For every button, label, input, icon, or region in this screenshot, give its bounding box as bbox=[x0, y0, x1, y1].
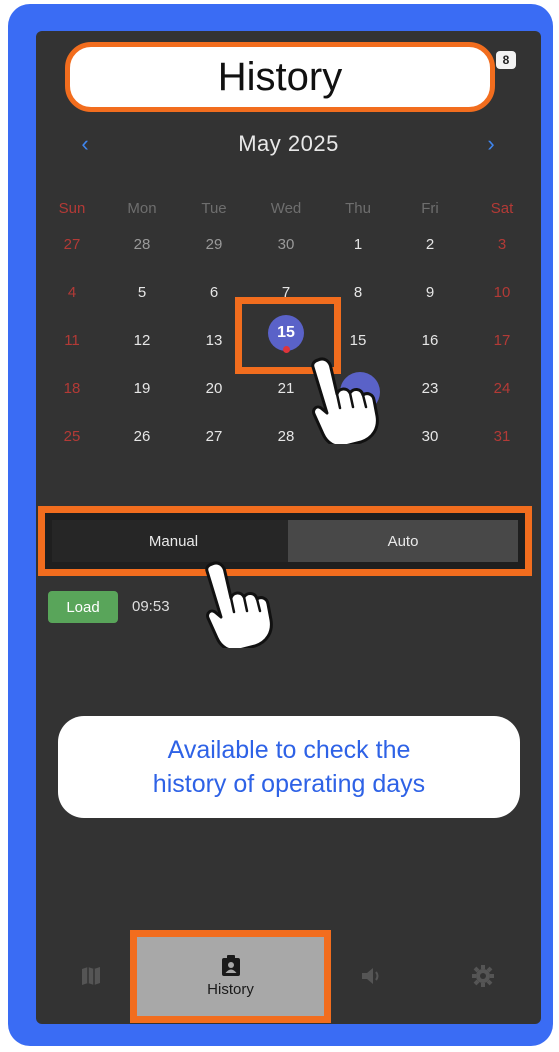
nav-settings[interactable] bbox=[458, 930, 508, 1022]
calendar-day[interactable]: 10 bbox=[466, 276, 538, 310]
calendar-day[interactable]: 18 bbox=[36, 372, 108, 406]
calendar-day[interactable]: 24 bbox=[466, 372, 538, 406]
calendar-day[interactable]: 11 bbox=[36, 324, 108, 358]
month-navigation: ‹ May 2025 › bbox=[36, 126, 541, 162]
calendar-day[interactable]: 4 bbox=[36, 276, 108, 310]
weekday-mon: Mon bbox=[127, 200, 157, 217]
load-badge[interactable]: Load bbox=[48, 591, 118, 623]
prev-month-button[interactable]: ‹ bbox=[70, 126, 100, 162]
calendar-day[interactable]: 16 bbox=[394, 324, 466, 358]
next-month-button[interactable]: › bbox=[476, 126, 506, 162]
pointer-hand-icon bbox=[311, 357, 379, 444]
calendar-day[interactable]: 27 bbox=[36, 228, 108, 262]
nav-sound[interactable] bbox=[346, 930, 396, 1022]
calendar-day[interactable]: 20 bbox=[178, 372, 250, 406]
map-icon bbox=[82, 967, 100, 985]
calendar-day[interactable]: 30 bbox=[250, 228, 322, 262]
info-callout: Available to check the history of operat… bbox=[58, 716, 520, 818]
calendar-day[interactable]: 9 bbox=[394, 276, 466, 310]
weekday-tue: Tue bbox=[201, 200, 227, 217]
calendar-day[interactable]: 26 bbox=[106, 420, 178, 454]
calendar-day[interactable]: 28 bbox=[106, 228, 178, 262]
calendar-day[interactable]: 12 bbox=[106, 324, 178, 358]
page-title: History bbox=[65, 42, 495, 112]
battery-indicator: 8 bbox=[496, 51, 516, 69]
gear-icon bbox=[472, 965, 494, 987]
calendar-day[interactable]: 5 bbox=[106, 276, 178, 310]
nav-map[interactable] bbox=[66, 930, 116, 1022]
weekday-thu: Thu bbox=[345, 200, 371, 217]
nav-history[interactable]: History bbox=[130, 930, 331, 1023]
calendar-day[interactable]: 3 bbox=[466, 228, 538, 262]
weekday-wed: Wed bbox=[270, 200, 302, 217]
weekday-fri: Fri bbox=[421, 200, 439, 217]
calendar-day[interactable]: 2 bbox=[394, 228, 466, 262]
load-time: 09:53 bbox=[132, 598, 170, 615]
callout-line-2: history of operating days bbox=[152, 770, 426, 798]
weekday-sat: Sat bbox=[490, 200, 514, 217]
calendar-day[interactable]: 19 bbox=[106, 372, 178, 406]
calendar-day[interactable]: 31 bbox=[466, 420, 538, 454]
calendar-day[interactable]: 30 bbox=[394, 420, 466, 454]
pointer-hand-icon bbox=[205, 561, 273, 648]
tab-auto[interactable]: Auto bbox=[288, 520, 518, 562]
calendar-day[interactable]: 1 bbox=[322, 228, 394, 262]
weekday-sun: Sun bbox=[58, 200, 86, 217]
month-label: May 2025 bbox=[238, 131, 339, 156]
calendar-day[interactable]: 25 bbox=[36, 420, 108, 454]
callout-line-1: Available to check the bbox=[167, 736, 411, 764]
calendar-day[interactable]: 29 bbox=[178, 228, 250, 262]
calendar-day[interactable]: 23 bbox=[394, 372, 466, 406]
clipboard-user-icon bbox=[221, 955, 240, 976]
calendar-day[interactable]: 27 bbox=[178, 420, 250, 454]
calendar-day[interactable]: 17 bbox=[466, 324, 538, 358]
speaker-icon bbox=[362, 968, 379, 984]
nav-history-label: History bbox=[207, 981, 254, 998]
mode-tabs: Manual Auto bbox=[38, 506, 532, 576]
